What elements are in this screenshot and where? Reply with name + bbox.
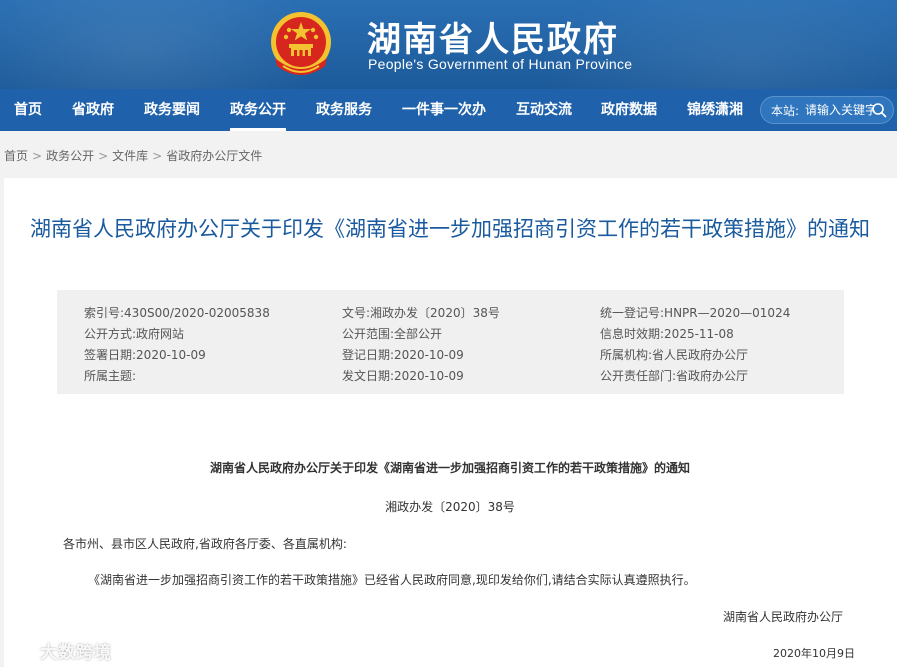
site-header: 湖南省人民政府 People's Government of Hunan Pro… (0, 0, 897, 89)
document-number: 湘政办发〔2020〕38号 (385, 500, 515, 514)
document-meta-panel: 索引号:430S00/2020-02005838 文号:湘政办发〔2020〕38… (57, 290, 844, 394)
breadcrumb-home[interactable]: 首页 (4, 149, 28, 163)
site-subtitle: People's Government of Hunan Province (368, 56, 633, 72)
meta-topic: 所属主题: (84, 369, 137, 383)
nav-item-one-stop[interactable]: 一件事一次办 (402, 89, 486, 131)
breadcrumb-file-library[interactable]: 文件库 (112, 149, 148, 163)
nav-item-scenic[interactable]: 锦绣潇湘 (687, 89, 743, 131)
meta-agency: 所属机构:省人民政府办公厅 (600, 348, 749, 362)
nav-item-gov-data[interactable]: 政府数据 (601, 89, 657, 131)
watermark-text: 大数跨境 (40, 643, 112, 663)
meta-doc-no: 文号:湘政办发〔2020〕38号 (342, 306, 500, 320)
meta-valid-until: 信息时效期:2025-11-08 (600, 327, 734, 341)
meta-publish-method: 公开方式:政府网站 (84, 327, 185, 341)
content-card (4, 178, 897, 667)
breadcrumb-separator: > (152, 149, 163, 163)
meta-register-date: 登记日期:2020-10-09 (342, 348, 464, 362)
nav-item-province-gov[interactable]: 省政府 (72, 89, 114, 131)
nav-item-disclosure[interactable]: 政务公开 (230, 89, 286, 131)
meta-issue-date: 发文日期:2020-10-09 (342, 369, 464, 383)
breadcrumb-office-files[interactable]: 省政府办公厅文件 (166, 149, 262, 163)
meta-publish-scope: 公开范围:全部公开 (342, 327, 443, 341)
national-emblem-icon (271, 12, 331, 75)
site-title: 湖南省人民政府 (367, 20, 619, 60)
meta-responsible-dept: 公开责任部门:省政府办公厅 (600, 369, 749, 383)
search-input[interactable] (805, 100, 875, 120)
nav-item-interaction[interactable]: 互动交流 (516, 89, 572, 131)
search-box: 本站: (760, 96, 894, 124)
nav-item-news[interactable]: 政务要闻 (144, 89, 200, 131)
body-paragraph: 《湖南省进一步加强招商引资工作的若干政策措施》已经省人民政府同意,现印发给你们,… (88, 573, 696, 587)
watermark-logo-icon (8, 643, 31, 660)
meta-index-no: 索引号:430S00/2020-02005838 (84, 306, 270, 320)
document-title: 湖南省人民政府办公厅关于印发《湖南省进一步加强招商引资工作的若干政策措施》的通知 (30, 217, 870, 241)
issue-date: 2020年10月9日 (773, 647, 855, 660)
meta-sign-date: 签署日期:2020-10-09 (84, 348, 206, 362)
nav-item-services[interactable]: 政务服务 (316, 89, 372, 131)
search-icon[interactable] (871, 102, 887, 118)
breadcrumb: 首页 > 政务公开 > 文件库 > 省政府办公厅文件 (4, 147, 262, 164)
addressee-line: 各市州、县市区人民政府,省政府各厅委、各直属机构: (63, 537, 347, 551)
body-heading: 湖南省人民政府办公厅关于印发《湖南省进一步加强招商引资工作的若干政策措施》的通知 (209, 461, 690, 475)
meta-unified-no: 统一登记号:HNPR—2020—01024 (600, 306, 791, 320)
breadcrumb-disclosure[interactable]: 政务公开 (46, 149, 94, 163)
issuer-signature: 湖南省人民政府办公厅 (722, 610, 843, 624)
breadcrumb-separator: > (98, 149, 109, 163)
nav-item-home[interactable]: 首页 (14, 89, 42, 131)
breadcrumb-separator: > (32, 149, 43, 163)
search-scope-label: 本站: (771, 104, 800, 118)
